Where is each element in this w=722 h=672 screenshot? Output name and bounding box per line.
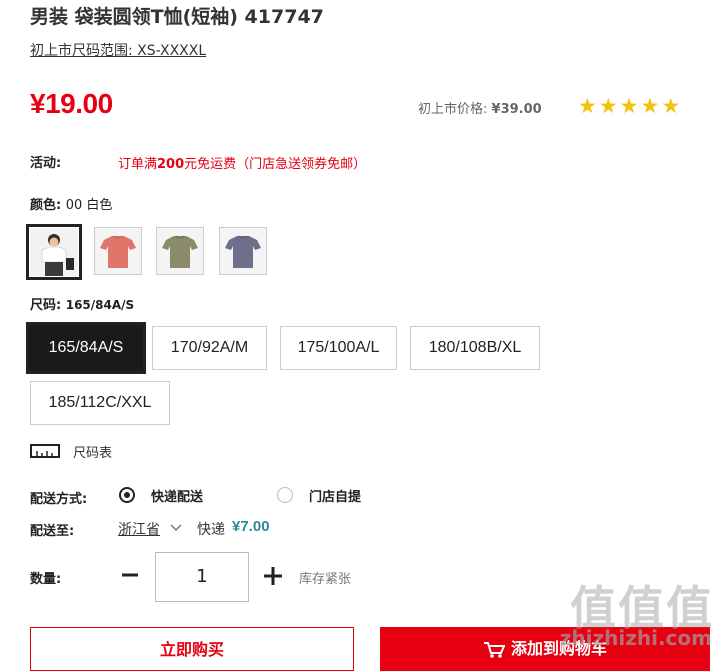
delivery-to-label: 配送至:	[30, 524, 75, 539]
promotion-threshold: 200	[157, 157, 185, 172]
quantity-input[interactable]: 1	[155, 552, 249, 602]
selected-color: 00 白色	[65, 198, 113, 213]
selected-size: 165/84A/S	[65, 298, 135, 312]
watermark-url: zhizhizhi.com	[559, 626, 712, 650]
cart-icon	[483, 641, 506, 658]
tshirt-model-image	[30, 228, 78, 276]
color-swatch-olive[interactable]	[156, 227, 204, 275]
star-icon: ★	[578, 94, 599, 118]
delivery-express-option[interactable]: 快递配送	[119, 486, 229, 506]
star-icon: ★	[619, 94, 641, 118]
delivery-fee: ¥7.00	[232, 518, 270, 535]
size-label-row: 尺码: 165/84A/S	[30, 294, 134, 313]
promotion-text-before: 订单满	[118, 157, 158, 172]
size-label: 尺码:	[30, 298, 62, 313]
province-selector[interactable]: 浙江省	[118, 519, 188, 539]
stock-note: 库存紧张	[299, 572, 352, 587]
promotion-label: 活动:	[30, 156, 62, 171]
size-option-s[interactable]: 165/84A/S	[26, 322, 146, 374]
delivery-method-label: 配送方式:	[30, 492, 88, 507]
original-price: ¥39.00	[491, 102, 542, 117]
size-chart-link[interactable]: 尺码表	[30, 442, 210, 461]
store-pickup-label: 门店自提	[309, 490, 362, 505]
size-option-xxl[interactable]: 185/112C/XXL	[30, 381, 170, 425]
color-swatch-slate[interactable]	[219, 227, 267, 275]
original-price-label: 初上市价格:	[418, 102, 488, 117]
star-icon: ★	[661, 94, 683, 118]
star-icon: ★	[598, 94, 620, 118]
quantity-label: 数量:	[30, 572, 62, 587]
original-price-row: 初上市价格: ¥39.00	[418, 98, 542, 117]
color-label: 颜色:	[30, 198, 62, 213]
star-icon: ★	[640, 94, 662, 118]
promotion-text-after: 元免运费（门店急送领券免邮）	[184, 157, 367, 172]
color-swatch-pink[interactable]	[94, 227, 142, 275]
size-chart-label: 尺码表	[73, 446, 113, 461]
current-price: ¥19.00	[30, 88, 113, 119]
delivery-store-option[interactable]: 门店自提	[277, 486, 387, 506]
tshirt-olive-image	[157, 228, 203, 274]
delivery-carrier: 快递	[197, 522, 225, 538]
color-swatch-white[interactable]	[26, 224, 82, 280]
store-pickup-radio[interactable]	[277, 487, 293, 503]
rating-stars[interactable]: ★★★★★	[578, 94, 682, 118]
chevron-down-icon	[170, 524, 182, 532]
size-option-m[interactable]: 170/92A/M	[152, 326, 267, 370]
product-title: 男装 袋装圆领T恤(短袖) 417747	[30, 6, 324, 28]
minus-icon	[122, 573, 138, 577]
ruler-icon	[30, 444, 60, 458]
plus-icon	[264, 567, 282, 585]
tshirt-pink-image	[95, 228, 141, 274]
express-label: 快递配送	[151, 490, 204, 505]
province-value: 浙江省	[118, 522, 160, 538]
buy-now-button[interactable]: 立即购买	[30, 627, 354, 671]
increase-quantity-button[interactable]	[262, 565, 284, 587]
size-range-link[interactable]: 初上市尺码范围: XS-XXXXL	[30, 40, 206, 60]
tshirt-slate-image	[220, 228, 266, 274]
size-option-l[interactable]: 175/100A/L	[280, 326, 397, 370]
decrease-quantity-button[interactable]	[118, 563, 142, 587]
size-option-xl[interactable]: 180/108B/XL	[410, 326, 540, 370]
color-label-row: 颜色: 00 白色	[30, 194, 112, 213]
promotion-text: 订单满200元免运费（门店急送领券免邮）	[118, 153, 366, 172]
express-radio[interactable]	[119, 487, 135, 503]
